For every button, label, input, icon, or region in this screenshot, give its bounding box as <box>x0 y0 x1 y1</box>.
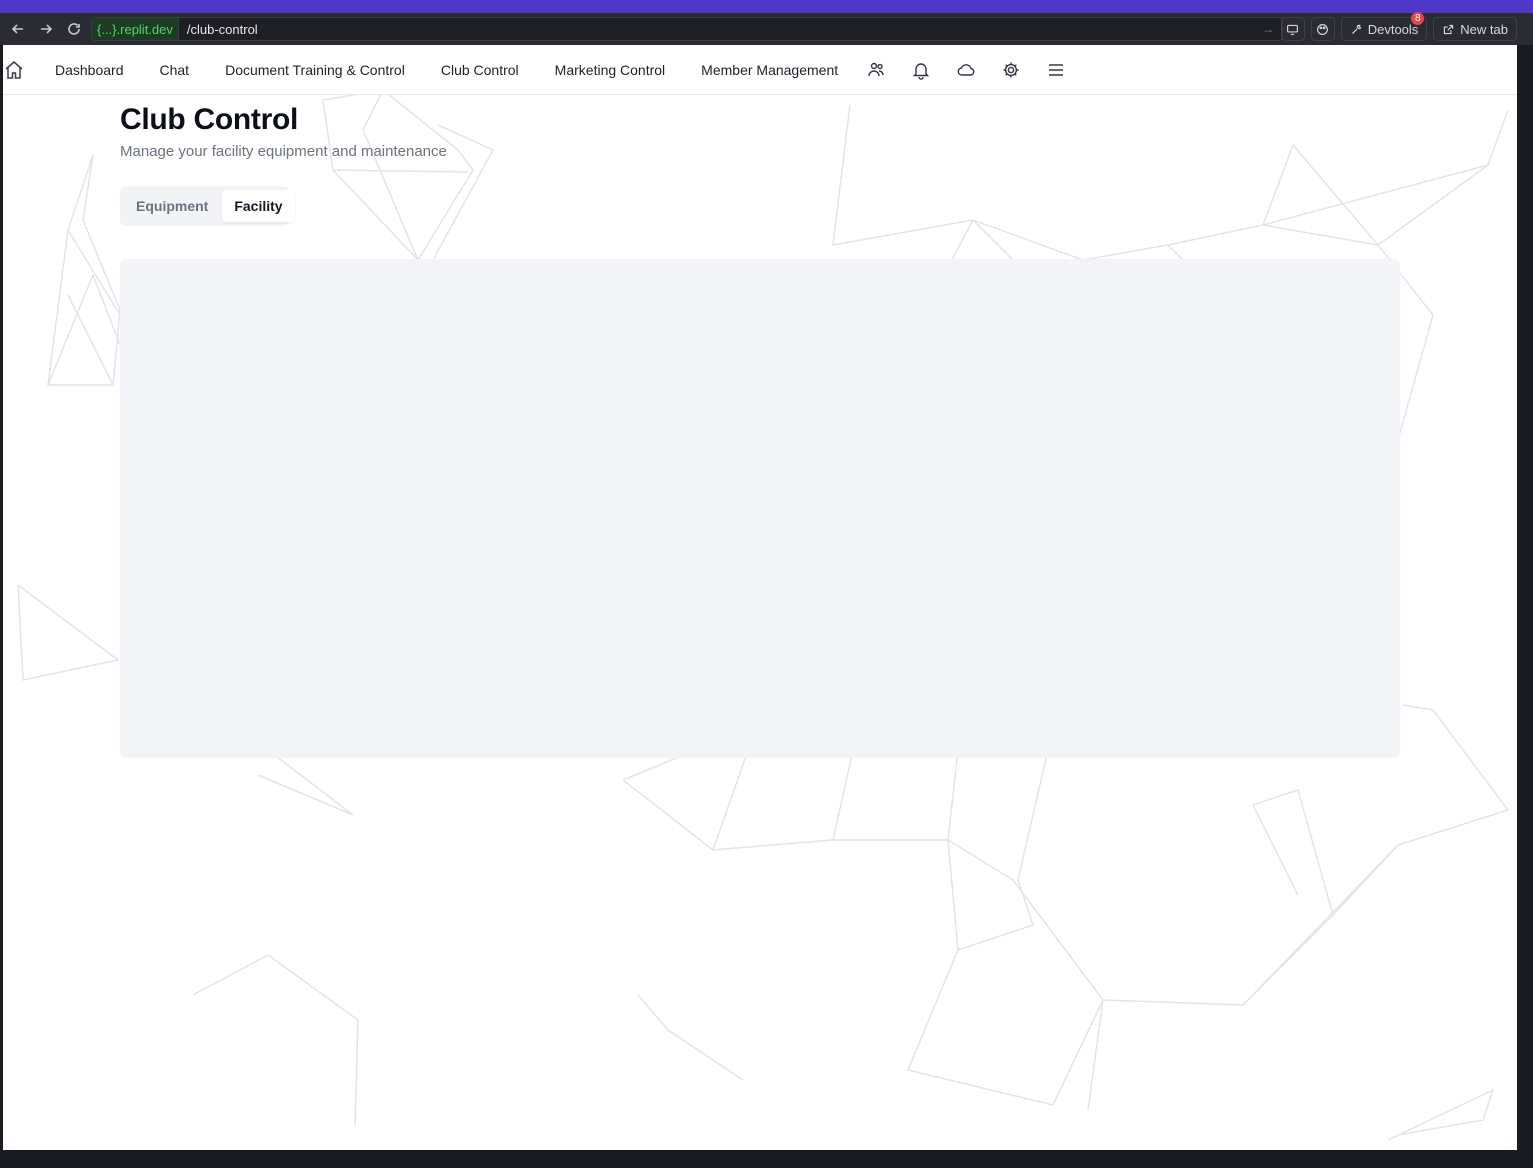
page-viewport: Dashboard Chat Document Training & Contr… <box>3 45 1517 1150</box>
tab-facility[interactable]: Facility <box>222 190 295 222</box>
users-icon[interactable] <box>866 60 886 80</box>
go-arrow-icon[interactable]: → <box>1262 22 1274 36</box>
gear-icon[interactable] <box>1001 60 1021 80</box>
nav-link-dashboard[interactable]: Dashboard <box>55 62 124 78</box>
window-top-strip <box>0 0 1533 13</box>
tab-list: Equipment Facility <box>120 186 295 226</box>
cloud-icon[interactable] <box>956 60 976 80</box>
url-path: /club-control <box>186 21 258 37</box>
page-title: Club Control <box>120 103 299 136</box>
browser-toolbar: {...}.replit.dev /club-control → Devtool… <box>0 12 1533 45</box>
forward-icon[interactable] <box>32 15 60 43</box>
nav-link-document-training[interactable]: Document Training & Control <box>225 62 405 78</box>
nav-link-club-control[interactable]: Club Control <box>441 62 519 78</box>
loading-skeleton-panel <box>120 259 1400 758</box>
back-icon[interactable] <box>4 15 32 43</box>
home-icon[interactable] <box>3 59 25 81</box>
page-subtitle: Manage your facility equipment and maint… <box>120 143 447 160</box>
palette-icon[interactable] <box>1310 17 1335 41</box>
new-tab-button[interactable]: New tab <box>1433 17 1517 41</box>
nav-link-marketing-control[interactable]: Marketing Control <box>555 62 666 78</box>
devtools-label: Devtools <box>1367 21 1419 37</box>
nav-link-member-management[interactable]: Member Management <box>701 62 838 78</box>
app-navbar: Dashboard Chat Document Training & Contr… <box>3 45 1517 95</box>
external-link-icon <box>1444 24 1454 34</box>
screen-icon[interactable] <box>1280 17 1305 41</box>
devtools-button[interactable]: Devtools 8 <box>1340 12 1428 41</box>
menu-icon[interactable] <box>1046 60 1066 80</box>
new-tab-label: New tab <box>1460 21 1508 37</box>
tab-equipment[interactable]: Equipment <box>124 190 220 222</box>
devtools-badge: 8 <box>1411 12 1425 25</box>
nav-link-chat[interactable]: Chat <box>160 62 190 78</box>
url-host: {...}.replit.dev <box>92 18 179 40</box>
bell-icon[interactable] <box>911 60 931 80</box>
wrench-icon <box>1351 24 1362 34</box>
window-bottom-frame <box>0 1150 1533 1168</box>
reload-icon[interactable] <box>60 15 88 43</box>
window-right-frame <box>1517 45 1533 1150</box>
address-bar[interactable]: {...}.replit.dev /club-control → <box>91 17 1283 41</box>
page-header: Club Control Manage your facility equipm… <box>120 103 447 226</box>
